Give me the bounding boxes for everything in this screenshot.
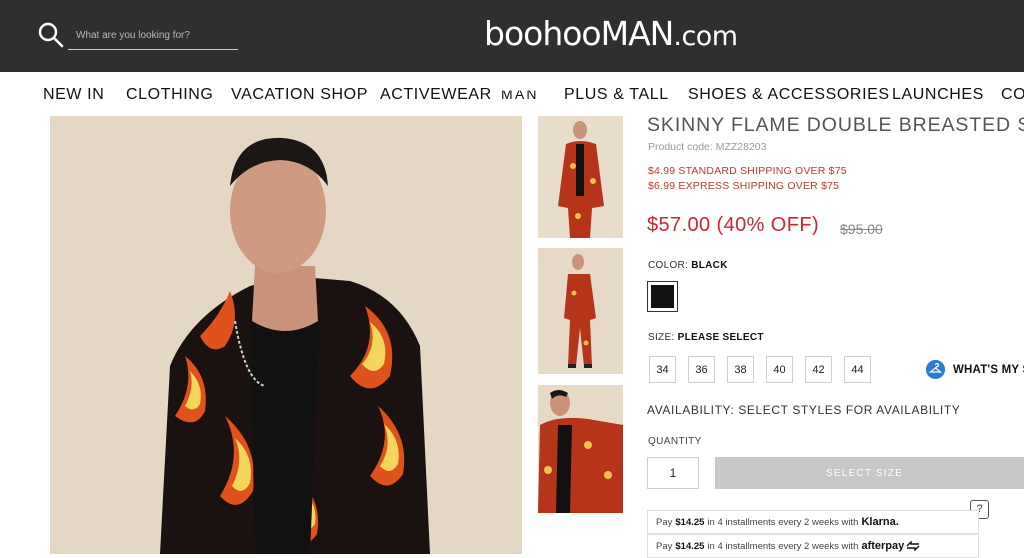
nav-item-clothing[interactable]: CLOTHING [126, 86, 213, 104]
nav-item-activewear[interactable]: ACTIVEWEAR [380, 86, 492, 104]
nav-item-collections[interactable]: CO [1001, 86, 1024, 104]
nav-item-vacation-shop[interactable]: VACATION SHOP [231, 86, 368, 104]
color-swatch-black[interactable] [647, 281, 678, 312]
sale-price: $57.00 (40% OFF) [647, 214, 820, 236]
color-value: BLACK [691, 260, 728, 271]
size-label: SIZE: PLEASE SELECT [648, 332, 764, 343]
thumbnail-1-illustration [538, 116, 623, 238]
model-illustration [50, 116, 522, 554]
size-option-42[interactable]: 42 [805, 356, 832, 383]
size-option-38[interactable]: 38 [727, 356, 754, 383]
select-size-button[interactable]: SELECT SIZE [715, 457, 1024, 489]
nav-item-plus-tall[interactable]: PLUS & TALL [564, 86, 669, 104]
logo-main: boohooMAN [484, 14, 674, 53]
klarna-post: in 4 installments every 2 weeks with [707, 516, 859, 528]
klarna-installments[interactable]: Pay $14.25 in 4 installments every 2 wee… [647, 510, 979, 534]
hanger-icon[interactable] [926, 360, 945, 379]
search-icon[interactable] [38, 22, 64, 48]
quantity-label: QUANTITY [648, 436, 702, 447]
klarna-logo: Klarna. [861, 516, 899, 528]
nav-item-man-logo[interactable]: MAN [501, 86, 537, 102]
product-title: SKINNY FLAME DOUBLE BREASTED SUIT [647, 114, 1024, 136]
afterpay-amount: $14.25 [675, 540, 705, 552]
color-label: COLOR: BLACK [648, 260, 728, 271]
size-value: PLEASE SELECT [677, 332, 764, 343]
thumbnail-1[interactable] [538, 116, 623, 238]
logo-suffix: .com [673, 21, 738, 52]
afterpay-post: in 4 installments every 2 weeks with [707, 540, 859, 552]
logo[interactable]: boohooMAN .com [484, 14, 738, 54]
size-option-40[interactable]: 40 [766, 356, 793, 383]
nav-item-launches[interactable]: LAUNCHES [892, 86, 984, 104]
thumbnail-2[interactable] [538, 248, 623, 374]
klarna-amount: $14.25 [675, 516, 705, 528]
nav-item-shoes-accessories[interactable]: SHOES & ACCESSORIES [688, 86, 890, 104]
top-header: boohooMAN.com [0, 0, 1024, 72]
size-option-36[interactable]: 36 [688, 356, 715, 383]
search-input[interactable] [68, 22, 238, 50]
afterpay-installments[interactable]: Pay $14.25 in 4 installments every 2 wee… [647, 534, 979, 558]
quantity-input[interactable] [647, 457, 699, 489]
availability-text: AVAILABILITY: SELECT STYLES FOR AVAILABI… [647, 403, 961, 417]
man-logo-text: MAN [501, 86, 537, 102]
afterpay-arrows-icon [906, 541, 920, 551]
whats-my-size-link[interactable]: WHAT'S MY SIZE [953, 364, 1024, 376]
afterpay-logo: afterpay [861, 540, 905, 552]
size-option-44[interactable]: 44 [844, 356, 871, 383]
thumbnail-3-illustration [538, 385, 623, 513]
afterpay-pre: Pay [656, 540, 673, 552]
size-option-34[interactable]: 34 [649, 356, 676, 383]
original-price: $95.00 [840, 221, 883, 237]
swatch-fill [651, 285, 674, 308]
color-label-text: COLOR: [648, 260, 689, 271]
product-code: Product code: MZZ28203 [648, 141, 767, 153]
main-product-image[interactable] [50, 116, 522, 554]
klarna-pre: Pay [656, 516, 673, 528]
thumbnail-2-illustration [538, 248, 623, 374]
nav-item-new-in[interactable]: NEW IN [43, 86, 104, 104]
size-label-text: SIZE: [648, 332, 675, 343]
standard-shipping-note: $4.99 STANDARD SHIPPING OVER $75 [648, 165, 847, 177]
express-shipping-note: $6.99 EXPRESS SHIPPING OVER $75 [648, 180, 840, 192]
thumbnail-3[interactable] [538, 385, 623, 513]
